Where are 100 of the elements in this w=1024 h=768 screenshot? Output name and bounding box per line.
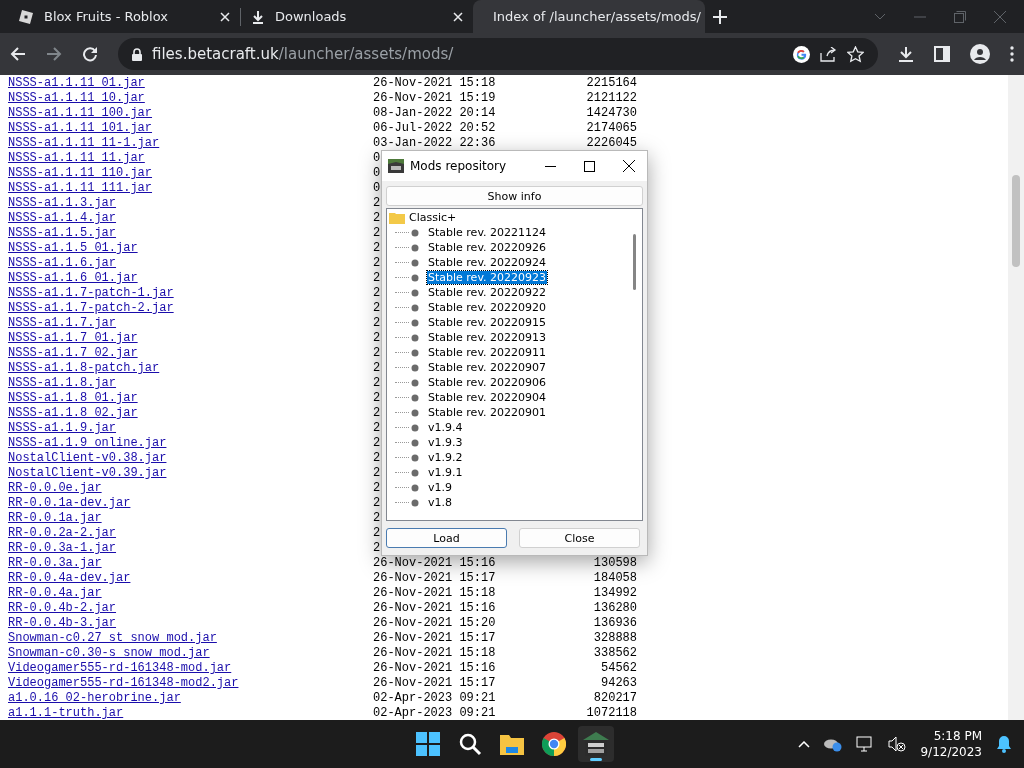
file-link[interactable]: NSSS-a1.1.9_online.jar (8, 436, 167, 451)
address-bar[interactable]: files.betacraft.uk/launcher/assets/mods/ (118, 38, 878, 70)
file-link[interactable]: NSSS-a1.1.11_11-1.jar (8, 136, 160, 151)
tree-item[interactable]: v1.9 (427, 481, 453, 494)
file-link[interactable]: a1.1.1-truth.jar (8, 706, 124, 720)
bullet-icon (411, 273, 419, 282)
file-date: 2 (373, 451, 381, 466)
file-link[interactable]: NSSS-a1.1.6_01.jar (8, 271, 138, 286)
speaker-muted-icon[interactable] (888, 736, 907, 752)
scrollbar[interactable] (1008, 75, 1024, 720)
tree-item[interactable]: Stable rev. 20220924 (427, 256, 548, 269)
bullet-icon (411, 498, 419, 507)
file-link[interactable]: NSSS-a1.1.9.jar (8, 421, 117, 436)
tree-item[interactable]: Stable rev. 20220920 (427, 301, 548, 314)
file-link[interactable]: NSSS-a1.1.11_100.jar (8, 106, 153, 121)
file-link[interactable]: Snowman-c0.27_st_snow_mod.jar (8, 631, 217, 646)
maximize-icon[interactable] (584, 160, 595, 172)
tree-folder-row[interactable]: Classic+ (387, 210, 628, 225)
file-link[interactable]: Videogamer555-rd-161348-mod.jar (8, 661, 232, 676)
file-link[interactable]: RR-0.0.4a-dev.jar (8, 571, 131, 586)
file-size: 94263 (601, 676, 637, 691)
file-link[interactable]: NSSS-a1.1.3.jar (8, 196, 117, 211)
file-link[interactable]: RR-0.0.4b-3.jar (8, 616, 117, 631)
file-link[interactable]: NostalClient-v0.39.jar (8, 466, 167, 481)
file-link[interactable]: NSSS-a1.1.11_110.jar (8, 166, 153, 181)
dialog-button[interactable]: Close (519, 528, 640, 548)
file-link[interactable]: NSSS-a1.1.11_101.jar (8, 121, 153, 136)
file-link[interactable]: NSSS-a1.1.4.jar (8, 211, 117, 226)
reload-icon[interactable] (82, 46, 98, 62)
file-link[interactable]: NostalClient-v0.38.jar (8, 451, 167, 466)
forward-icon[interactable] (46, 46, 62, 62)
launcher-app-icon[interactable] (578, 726, 614, 762)
dialog-title: Mods repository (410, 159, 507, 173)
chevron-down-icon[interactable] (874, 13, 886, 20)
file-link[interactable]: NSSS-a1.1.11_11.jar (8, 151, 145, 166)
chevron-up-icon[interactable] (798, 740, 811, 748)
file-link[interactable]: Snowman-c0.30-s_snow_mod.jar (8, 646, 210, 661)
file-link[interactable]: RR-0.0.4b-2.jar (8, 601, 117, 616)
tree-item[interactable]: Stable rev. 20220913 (427, 331, 548, 344)
file-link[interactable]: NSSS-a1.1.5_01.jar (8, 241, 138, 256)
google-icon[interactable] (793, 45, 810, 63)
show-info-button[interactable]: Show info (386, 186, 643, 206)
tree-item[interactable]: v1.8 (427, 496, 453, 509)
tree-item[interactable]: Stable rev. 20220907 (427, 361, 548, 374)
profile-icon[interactable] (970, 44, 990, 64)
tree-item[interactable]: Stable rev. 20220901 (427, 406, 548, 419)
bell-icon[interactable] (996, 735, 1012, 753)
file-link[interactable]: a1.0.16_02-herobrine.jar (8, 691, 181, 706)
tree-item[interactable]: Stable rev. 20220904 (427, 391, 548, 404)
file-link[interactable]: NSSS-a1.1.11_10.jar (8, 91, 145, 106)
tree-item[interactable]: Stable rev. 20220926 (427, 241, 548, 254)
file-link[interactable]: NSSS-a1.1.11_01.jar (8, 76, 145, 91)
file-link[interactable]: Videogamer555-rd-161348-mod2.jar (8, 676, 239, 691)
file-link[interactable]: RR-0.0.4a.jar (8, 586, 102, 601)
share-icon[interactable] (820, 46, 837, 62)
tree-item[interactable]: Stable rev. 20221124 (427, 226, 548, 239)
tree-item[interactable]: v1.9.2 (427, 451, 464, 464)
tree-item[interactable]: Stable rev. 20220923 (427, 271, 548, 284)
file-link[interactable]: NSSS-a1.1.7-patch-1.jar (8, 286, 174, 301)
star-icon[interactable] (847, 45, 864, 63)
browser-tab[interactable]: Index of /launcher/assets/mods/ (473, 0, 705, 33)
file-date: 2 (373, 511, 381, 526)
file-link[interactable]: RR-0.0.3a-1.jar (8, 541, 117, 556)
tree-item[interactable]: Stable rev. 20220906 (427, 376, 548, 389)
new-tab-icon[interactable] (713, 9, 727, 24)
browser-tab[interactable]: Blox Fruits - Roblox (8, 0, 240, 33)
file-link[interactable]: NSSS-a1.1.7.jar (8, 316, 117, 331)
tree-item[interactable]: Stable rev. 20220922 (427, 286, 548, 299)
monitor-icon[interactable] (856, 736, 875, 752)
browser-tab[interactable]: Downloads (241, 0, 473, 33)
download-icon[interactable] (898, 46, 914, 62)
tree-item[interactable]: v1.9.3 (427, 436, 464, 449)
file-link[interactable]: RR-0.0.0e.jar (8, 481, 102, 496)
file-link[interactable]: NSSS-a1.1.8_02.jar (8, 406, 138, 421)
file-link[interactable]: NSSS-a1.1.6.jar (8, 256, 117, 271)
tree-item[interactable]: Stable rev. 20220915 (427, 316, 548, 329)
close-icon[interactable] (623, 160, 635, 172)
file-link[interactable]: NSSS-a1.1.5.jar (8, 226, 117, 241)
tree-item[interactable]: v1.9.1 (427, 466, 464, 479)
file-link[interactable]: NSSS-a1.1.7_02.jar (8, 346, 138, 361)
restore-icon[interactable] (954, 10, 966, 23)
clock[interactable]: 5:18 PM 9/12/2023 (920, 728, 982, 760)
file-link[interactable]: RR-0.0.2a-2.jar (8, 526, 117, 541)
back-icon[interactable] (10, 46, 26, 62)
file-link[interactable]: RR-0.0.1a-dev.jar (8, 496, 131, 511)
side-panel-icon[interactable] (934, 46, 950, 62)
file-link[interactable]: RR-0.0.3a.jar (8, 556, 102, 571)
file-date: 2 (373, 241, 381, 256)
tree-item[interactable]: v1.9.4 (427, 421, 464, 434)
file-link[interactable]: NSSS-a1.1.8.jar (8, 376, 117, 391)
file-link[interactable]: NSSS-a1.1.8-patch.jar (8, 361, 160, 376)
minimize-icon[interactable] (545, 165, 556, 167)
file-link[interactable]: NSSS-a1.1.8_01.jar (8, 391, 138, 406)
tree-item[interactable]: Stable rev. 20220911 (427, 346, 548, 359)
file-link[interactable]: NSSS-a1.1.11_111.jar (8, 181, 153, 196)
file-link[interactable]: RR-0.0.1a.jar (8, 511, 102, 526)
dialog-button[interactable]: Load (386, 528, 507, 548)
menu-icon[interactable] (1010, 46, 1014, 62)
file-link[interactable]: NSSS-a1.1.7_01.jar (8, 331, 138, 346)
file-link[interactable]: NSSS-a1.1.7-patch-2.jar (8, 301, 174, 316)
